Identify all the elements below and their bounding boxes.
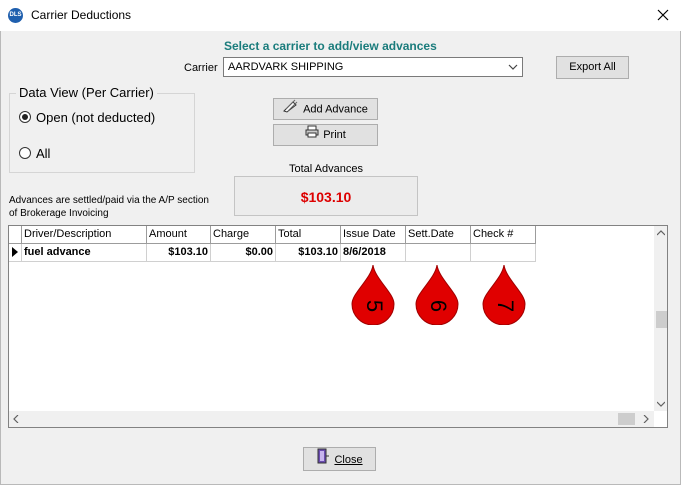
exit-door-icon	[316, 448, 330, 472]
scroll-left-icon[interactable]	[13, 414, 19, 425]
print-button[interactable]: Print	[273, 124, 378, 146]
total-advances-label: Total Advances	[289, 163, 363, 175]
print-label: Print	[323, 129, 346, 141]
printer-icon	[305, 125, 319, 145]
callout-marker-6: 6	[414, 264, 460, 326]
carrier-label: Carrier	[184, 62, 218, 74]
total-advances-box: $103.10	[234, 176, 418, 216]
window-title: Carrier Deductions	[31, 8, 132, 22]
cell-charge[interactable]: $0.00	[211, 244, 276, 262]
scroll-up-icon[interactable]	[656, 228, 666, 238]
radio-selected-dot	[22, 114, 28, 120]
carrier-heading: Select a carrier to add/view advances	[224, 39, 437, 53]
callout-marker-5: 5	[350, 264, 396, 326]
add-advance-button[interactable]: Add Advance	[273, 98, 378, 120]
close-icon	[657, 9, 669, 21]
settlement-note: Advances are settled/paid via the A/P se…	[9, 195, 209, 219]
grid-corner	[9, 226, 22, 244]
callout-marker-7: 7	[481, 264, 527, 326]
callout-marker-7-label: 7	[493, 300, 518, 312]
radio-open-circle[interactable]	[19, 111, 31, 123]
cell-sett-date[interactable]	[406, 244, 471, 262]
data-view-group	[9, 93, 195, 173]
horizontal-scroll-thumb[interactable]	[618, 413, 635, 425]
column-header-check[interactable]: Check #	[471, 226, 536, 244]
window-close-button[interactable]	[648, 2, 678, 28]
vertical-scrollbar[interactable]	[654, 226, 667, 411]
title-bar: DLS Carrier Deductions	[0, 0, 681, 31]
total-advances-value: $103.10	[300, 189, 352, 205]
cell-amount[interactable]: $103.10	[147, 244, 211, 262]
advances-grid[interactable]: Driver/Description Amount Charge Total I…	[8, 225, 668, 428]
column-header-issue-date[interactable]: Issue Date	[341, 226, 406, 244]
radio-all-circle[interactable]	[19, 147, 31, 159]
cell-issue-date[interactable]: 8/6/2018	[341, 244, 406, 262]
carrier-select[interactable]: AARDVARK SHIPPING	[223, 57, 523, 77]
column-header-total[interactable]: Total	[276, 226, 341, 244]
column-header-driver[interactable]: Driver/Description	[22, 226, 147, 244]
radio-open-label: Open (not deducted)	[36, 110, 156, 125]
close-label: Close	[334, 453, 363, 466]
row-indicator-icon	[9, 244, 22, 262]
callout-marker-6-label: 6	[426, 300, 451, 312]
chevron-down-icon	[508, 59, 518, 78]
column-header-amount[interactable]: Amount	[147, 226, 211, 244]
cell-driver[interactable]: fuel advance	[22, 244, 147, 262]
add-advance-label: Add Advance	[303, 103, 368, 116]
add-advance-icon	[283, 99, 299, 120]
cell-total[interactable]: $103.10	[276, 244, 341, 262]
radio-all-label: All	[36, 146, 51, 161]
callout-marker-5-label: 5	[362, 300, 387, 312]
close-button[interactable]: Close	[303, 447, 376, 471]
scroll-right-icon[interactable]	[643, 414, 649, 425]
cell-check[interactable]	[471, 244, 536, 262]
export-all-button[interactable]: Export All	[556, 56, 629, 79]
horizontal-scrollbar[interactable]	[9, 411, 654, 427]
data-view-legend: Data View (Per Carrier)	[16, 85, 157, 100]
scroll-down-icon[interactable]	[656, 399, 666, 409]
app-logo-icon: DLS	[8, 8, 23, 23]
vertical-scroll-thumb[interactable]	[656, 311, 667, 328]
column-header-charge[interactable]: Charge	[211, 226, 276, 244]
carrier-select-value: AARDVARK SHIPPING	[228, 61, 344, 73]
column-header-sett-date[interactable]: Sett.Date	[406, 226, 471, 244]
